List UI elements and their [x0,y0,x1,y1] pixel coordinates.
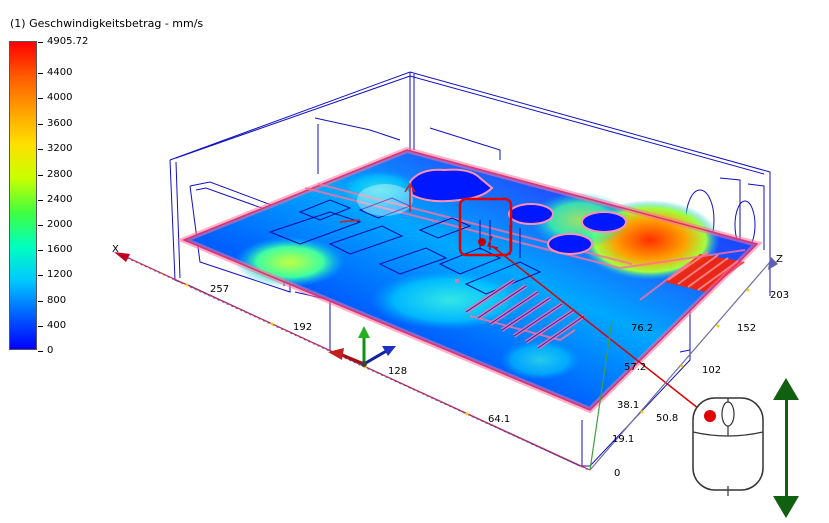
x-axis-label: X [112,244,119,255]
legend-tick-mark [38,42,43,43]
legend-tick-mark [38,73,43,74]
y-tick-label: 19.1 [612,434,634,445]
legend-tick-mark [38,250,43,251]
x-tick-label: 192 [293,322,312,333]
legend-tick-mark [38,98,43,99]
legend-tick-mark [38,351,43,352]
legend-tick-mark [38,124,43,125]
legend-tick-mark [38,200,43,201]
y-tick-label: 57.2 [624,362,646,373]
z-tick-label: 102 [702,365,721,376]
mouse-icon [692,397,764,496]
legend-tick-mark [38,275,43,276]
legend-tick-mark [38,225,43,226]
x-tick-label: 64.1 [488,414,510,425]
legend-tick-mark [38,149,43,150]
vertical-double-arrow-icon [773,378,799,518]
3d-viewport[interactable]: X Z 257 192 128 64.1 203 152 102 50.8 0 … [0,0,829,523]
x-tick-label: 128 [388,366,407,377]
legend-tick-mark [38,175,43,176]
z-tick-label: 50.8 [656,413,678,424]
z-tick-label: 152 [737,323,756,334]
legend-tick-mark [38,326,43,327]
legend-tick-mark [38,301,43,302]
y-tick-label: 76.2 [631,323,653,334]
x-tick-label: 257 [210,284,229,295]
z-axis-label: Z [776,254,783,265]
coordinate-triad-icon[interactable] [328,326,396,367]
probe-highlight [357,184,413,216]
z-tick-label: 0 [614,468,620,479]
selection-point [478,238,486,246]
z-tick-label: 203 [770,290,789,301]
y-tick-label: 38.1 [617,400,639,411]
velocity-contour-plate[interactable] [176,146,763,414]
